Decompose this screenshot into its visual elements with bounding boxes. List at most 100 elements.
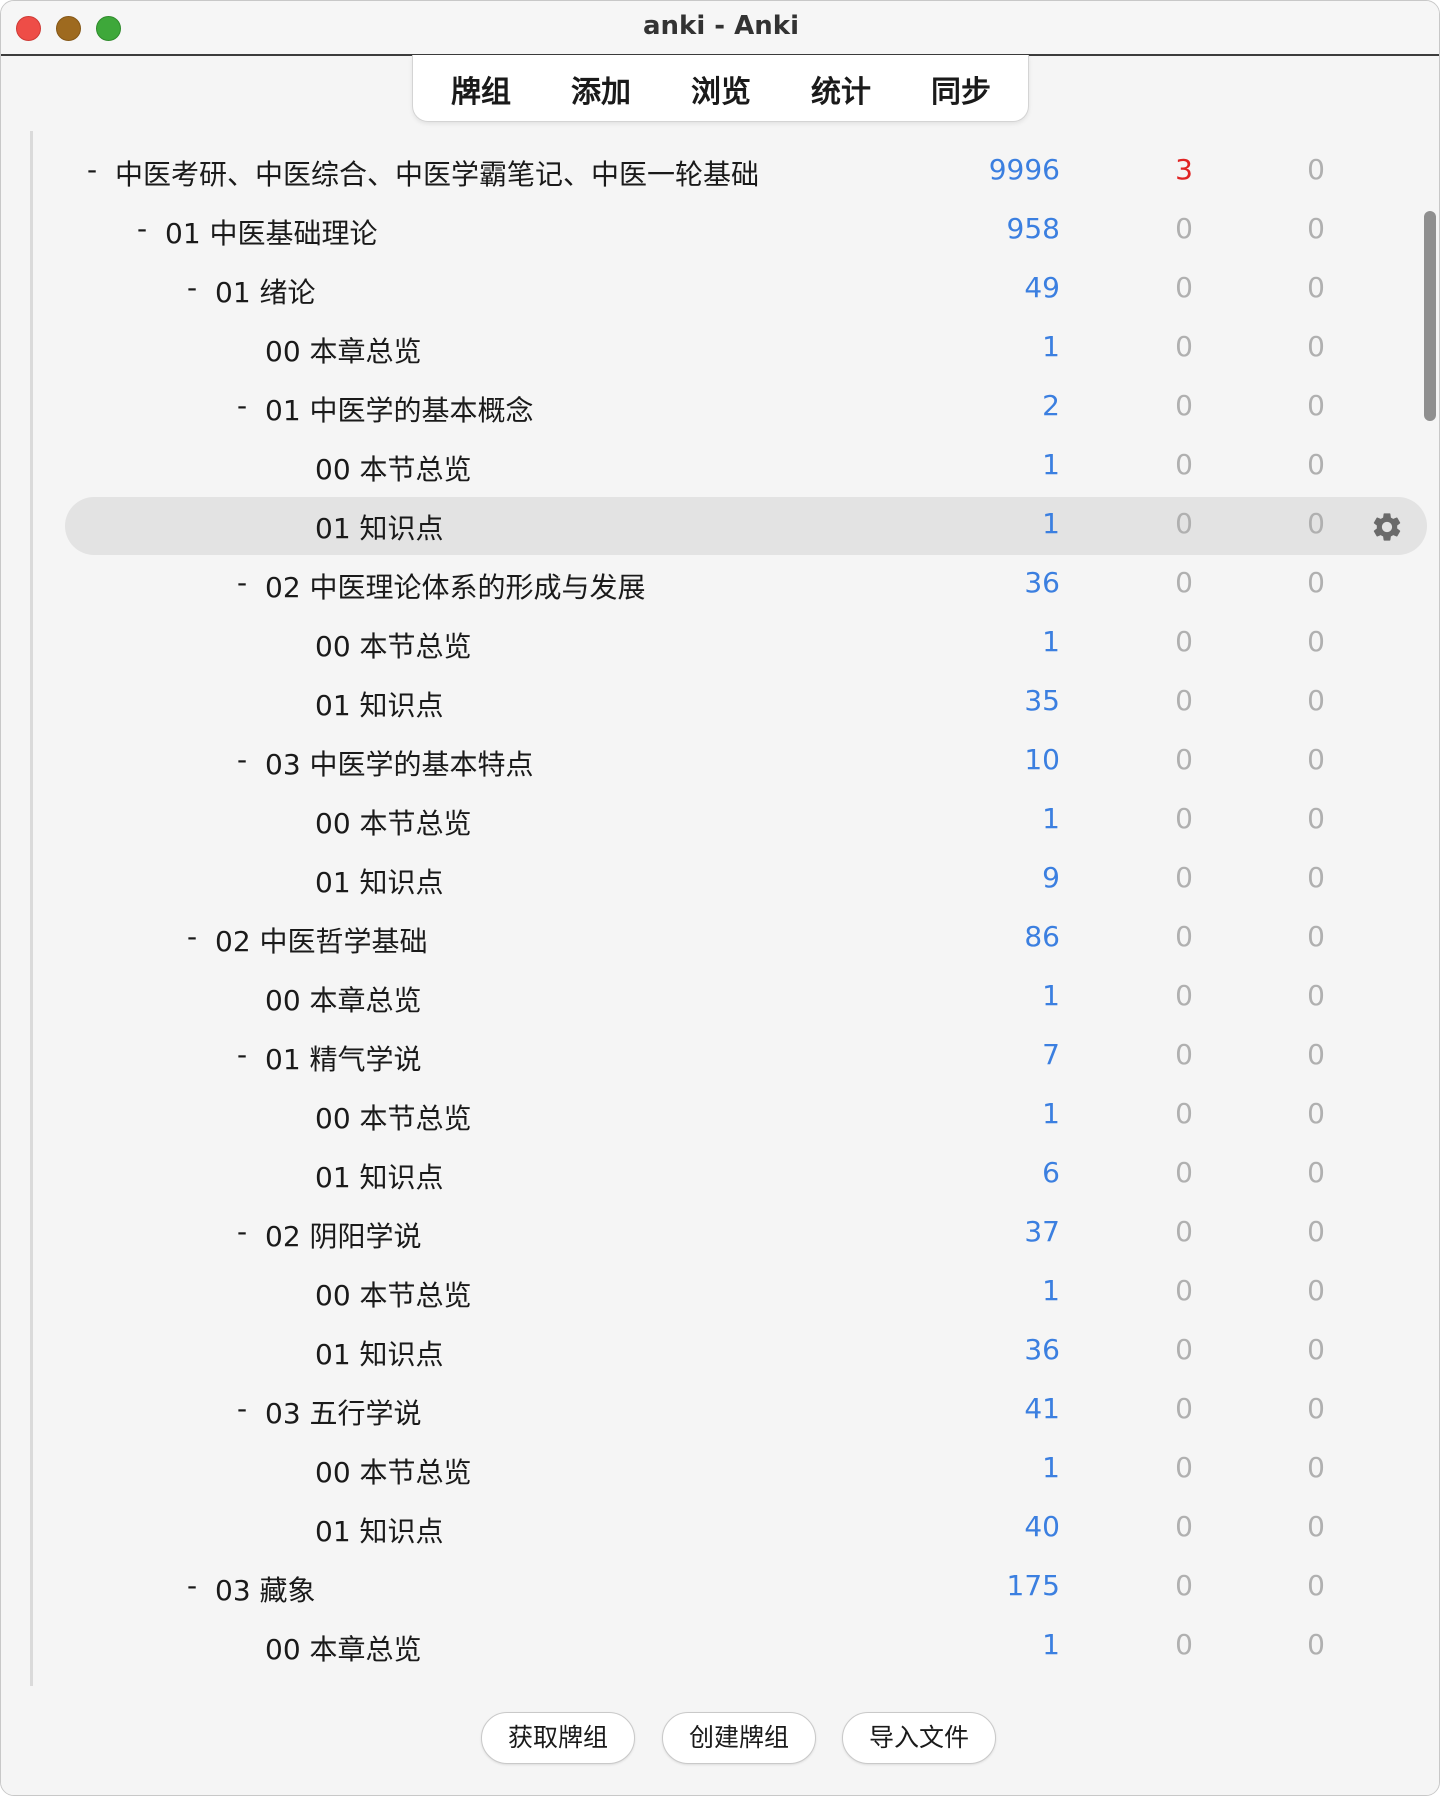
toolbar-add-tab[interactable]: 添加 [571,67,631,111]
deck-row[interactable]: -02 阴阳学说 37 0 0 [33,1201,1433,1260]
due-count: 0 [1307,979,1325,1012]
toolbar-stats-tab[interactable]: 统计 [811,67,871,111]
deck-row[interactable]: 00 本章总览 1 0 0 [33,965,1433,1024]
deck-name[interactable]: 00 本节总览 [315,1097,472,1137]
new-count: 1 [1042,802,1060,835]
learn-count: 0 [1175,566,1193,599]
deck-name[interactable]: 00 本节总览 [315,448,472,488]
due-count: 0 [1307,625,1325,658]
deck-row[interactable]: -01 中医学的基本概念 2 0 0 [33,375,1433,434]
due-count: 0 [1307,1097,1325,1130]
deck-row[interactable]: 00 本节总览 1 0 0 [33,1083,1433,1142]
deck-name[interactable]: 01 中医学的基本概念 [265,389,534,429]
deck-name[interactable]: 00 本章总览 [265,979,422,1019]
deck-row[interactable]: 01 知识点 36 0 0 [33,1319,1433,1378]
deck-row[interactable]: -03 藏象 175 0 0 [33,1555,1433,1614]
deck-row[interactable]: 01 知识点 6 0 0 [33,1142,1433,1201]
deck-row[interactable]: 00 本节总览 1 0 0 [33,1260,1433,1319]
deck-name[interactable]: 00 本节总览 [315,1274,472,1314]
collapse-toggle[interactable]: - [237,1215,247,1248]
due-count: 0 [1307,1451,1325,1484]
new-count: 9 [1042,861,1060,894]
learn-count: 0 [1175,1097,1193,1130]
deck-row[interactable]: 00 本章总览 1 0 0 [33,1614,1433,1673]
learn-count: 0 [1175,1392,1193,1425]
collapse-toggle[interactable]: - [237,566,247,599]
deck-row[interactable]: -03 五行学说 41 0 0 [33,1378,1433,1437]
due-count: 0 [1307,1569,1325,1602]
collapse-toggle[interactable]: - [137,212,147,245]
deck-row[interactable]: 00 本节总览 1 0 0 [33,434,1433,493]
new-count: 1 [1042,1451,1060,1484]
deck-row[interactable]: - 中医考研、中医综合、中医学霸笔记、中医一轮基础 9996 3 0 [33,139,1433,198]
deck-row[interactable]: 01 知识点 35 0 0 [33,670,1433,729]
gear-icon[interactable] [1370,510,1404,544]
deck-row[interactable]: -01 精气学说 7 0 0 [33,1024,1433,1083]
deck-name[interactable]: 01 知识点 [315,684,444,724]
deck-row[interactable]: 01 知识点 40 0 0 [33,1496,1433,1555]
deck-name[interactable]: 02 中医理论体系的形成与发展 [265,566,646,606]
collapse-toggle[interactable]: - [237,1038,247,1071]
toolbar-decks-tab[interactable]: 牌组 [451,67,511,111]
deck-list-scrollbar[interactable] [1421,131,1437,1686]
due-count: 0 [1307,1156,1325,1189]
learn-count: 0 [1175,448,1193,481]
deck-name[interactable]: 03 中医学的基本特点 [265,743,534,783]
get-shared-decks-button[interactable]: 获取牌组 [481,1712,635,1764]
deck-name[interactable]: 02 中医哲学基础 [215,920,428,960]
deck-row[interactable]: -01 绪论 49 0 0 [33,257,1433,316]
create-deck-button[interactable]: 创建牌组 [662,1712,816,1764]
deck-name[interactable]: 01 绪论 [215,271,316,311]
due-count: 0 [1307,1038,1325,1071]
deck-name[interactable]: 01 知识点 [315,507,444,547]
deck-name[interactable]: 02 阴阳学说 [265,1215,422,1255]
deck-row[interactable]: 01 知识点 1 0 0 [33,493,1433,555]
deck-name[interactable]: 00 本节总览 [315,1451,472,1491]
deck-row[interactable]: -01 中医基础理论 958 0 0 [33,198,1433,257]
deck-name[interactable]: 01 知识点 [315,1333,444,1373]
collapse-toggle[interactable]: - [237,389,247,422]
deck-name[interactable]: 01 知识点 [315,861,444,901]
new-count: 175 [1006,1569,1060,1602]
learn-count: 0 [1175,1215,1193,1248]
toolbar-browse-tab[interactable]: 浏览 [691,67,751,111]
deck-name[interactable]: 00 本章总览 [265,330,422,370]
new-count: 1 [1042,1628,1060,1661]
deck-list: - 中医考研、中医综合、中医学霸笔记、中医一轮基础 9996 3 0-01 中医基础理论… [30,131,1439,1686]
deck-name[interactable]: 03 藏象 [215,1569,316,1609]
deck-name[interactable]: 00 本节总览 [315,625,472,665]
deck-name[interactable]: 03 五行学说 [265,1392,422,1432]
due-count: 0 [1307,330,1325,363]
new-count: 6 [1042,1156,1060,1189]
deck-row[interactable]: -02 中医哲学基础 86 0 0 [33,906,1433,965]
due-count: 0 [1307,1628,1325,1661]
deck-row[interactable]: 00 本节总览 1 0 0 [33,1437,1433,1496]
deck-row[interactable]: -03 中医学的基本特点 10 0 0 [33,729,1433,788]
collapse-toggle[interactable]: - [237,743,247,776]
collapse-toggle[interactable]: - [187,920,197,953]
deck-row[interactable]: 00 本节总览 1 0 0 [33,611,1433,670]
collapse-toggle[interactable]: - [237,1392,247,1425]
deck-row[interactable]: 00 本章总览 1 0 0 [33,316,1433,375]
deck-name[interactable]: 01 中医基础理论 [165,212,378,252]
new-count: 1 [1042,625,1060,658]
deck-name[interactable]: 00 本章总览 [265,1628,422,1668]
deck-name[interactable]: 中医考研、中医综合、中医学霸笔记、中医一轮基础 [115,153,759,193]
deck-name[interactable]: 01 知识点 [315,1510,444,1550]
deck-name[interactable]: 00 本节总览 [315,802,472,842]
due-count: 0 [1307,1510,1325,1543]
import-file-button[interactable]: 导入文件 [842,1712,996,1764]
scrollbar-thumb[interactable] [1424,211,1436,421]
deck-row[interactable]: 01 知识点 9 0 0 [33,847,1433,906]
collapse-toggle[interactable]: - [187,1569,197,1602]
deck-name[interactable]: 01 精气学说 [265,1038,422,1078]
collapse-toggle[interactable]: - [87,153,97,186]
collapse-toggle[interactable]: - [187,271,197,304]
anki-main-window: anki - Anki 牌组 添加 浏览 统计 同步 - 中医考研、中医综合、中医… [0,0,1440,1796]
learn-count: 0 [1175,389,1193,422]
toolbar-sync-tab[interactable]: 同步 [931,67,991,111]
deck-row[interactable]: 00 本节总览 1 0 0 [33,788,1433,847]
deck-name[interactable]: 01 知识点 [315,1156,444,1196]
learn-count: 0 [1175,979,1193,1012]
deck-row[interactable]: -02 中医理论体系的形成与发展 36 0 0 [33,552,1433,611]
